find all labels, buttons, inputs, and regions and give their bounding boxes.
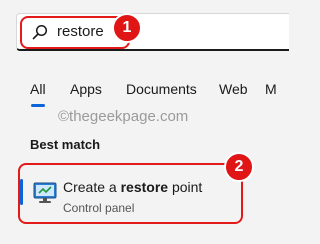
tab-web[interactable]: Web: [219, 80, 248, 98]
result-subtitle: Control panel: [63, 201, 135, 215]
best-match-heading: Best match: [30, 137, 101, 152]
tab-mail-partial[interactable]: M: [265, 80, 277, 98]
result-title: Create a restore point: [63, 179, 202, 195]
result-title-after: point: [168, 179, 203, 195]
tab-documents[interactable]: Documents: [126, 80, 197, 98]
watermark: ©thegeekpage.com: [58, 108, 189, 125]
tab-all-underline: [31, 104, 45, 107]
tab-all[interactable]: All: [30, 80, 46, 98]
system-restore-monitor-icon: [33, 182, 57, 203]
step-badge-2: 2: [224, 152, 254, 182]
result-title-bold: restore: [120, 179, 169, 195]
tab-apps[interactable]: Apps: [70, 80, 102, 98]
result-selection-accent: [20, 179, 23, 205]
step-badge-1: 1: [112, 13, 142, 43]
result-title-before: Create a: [63, 179, 121, 195]
